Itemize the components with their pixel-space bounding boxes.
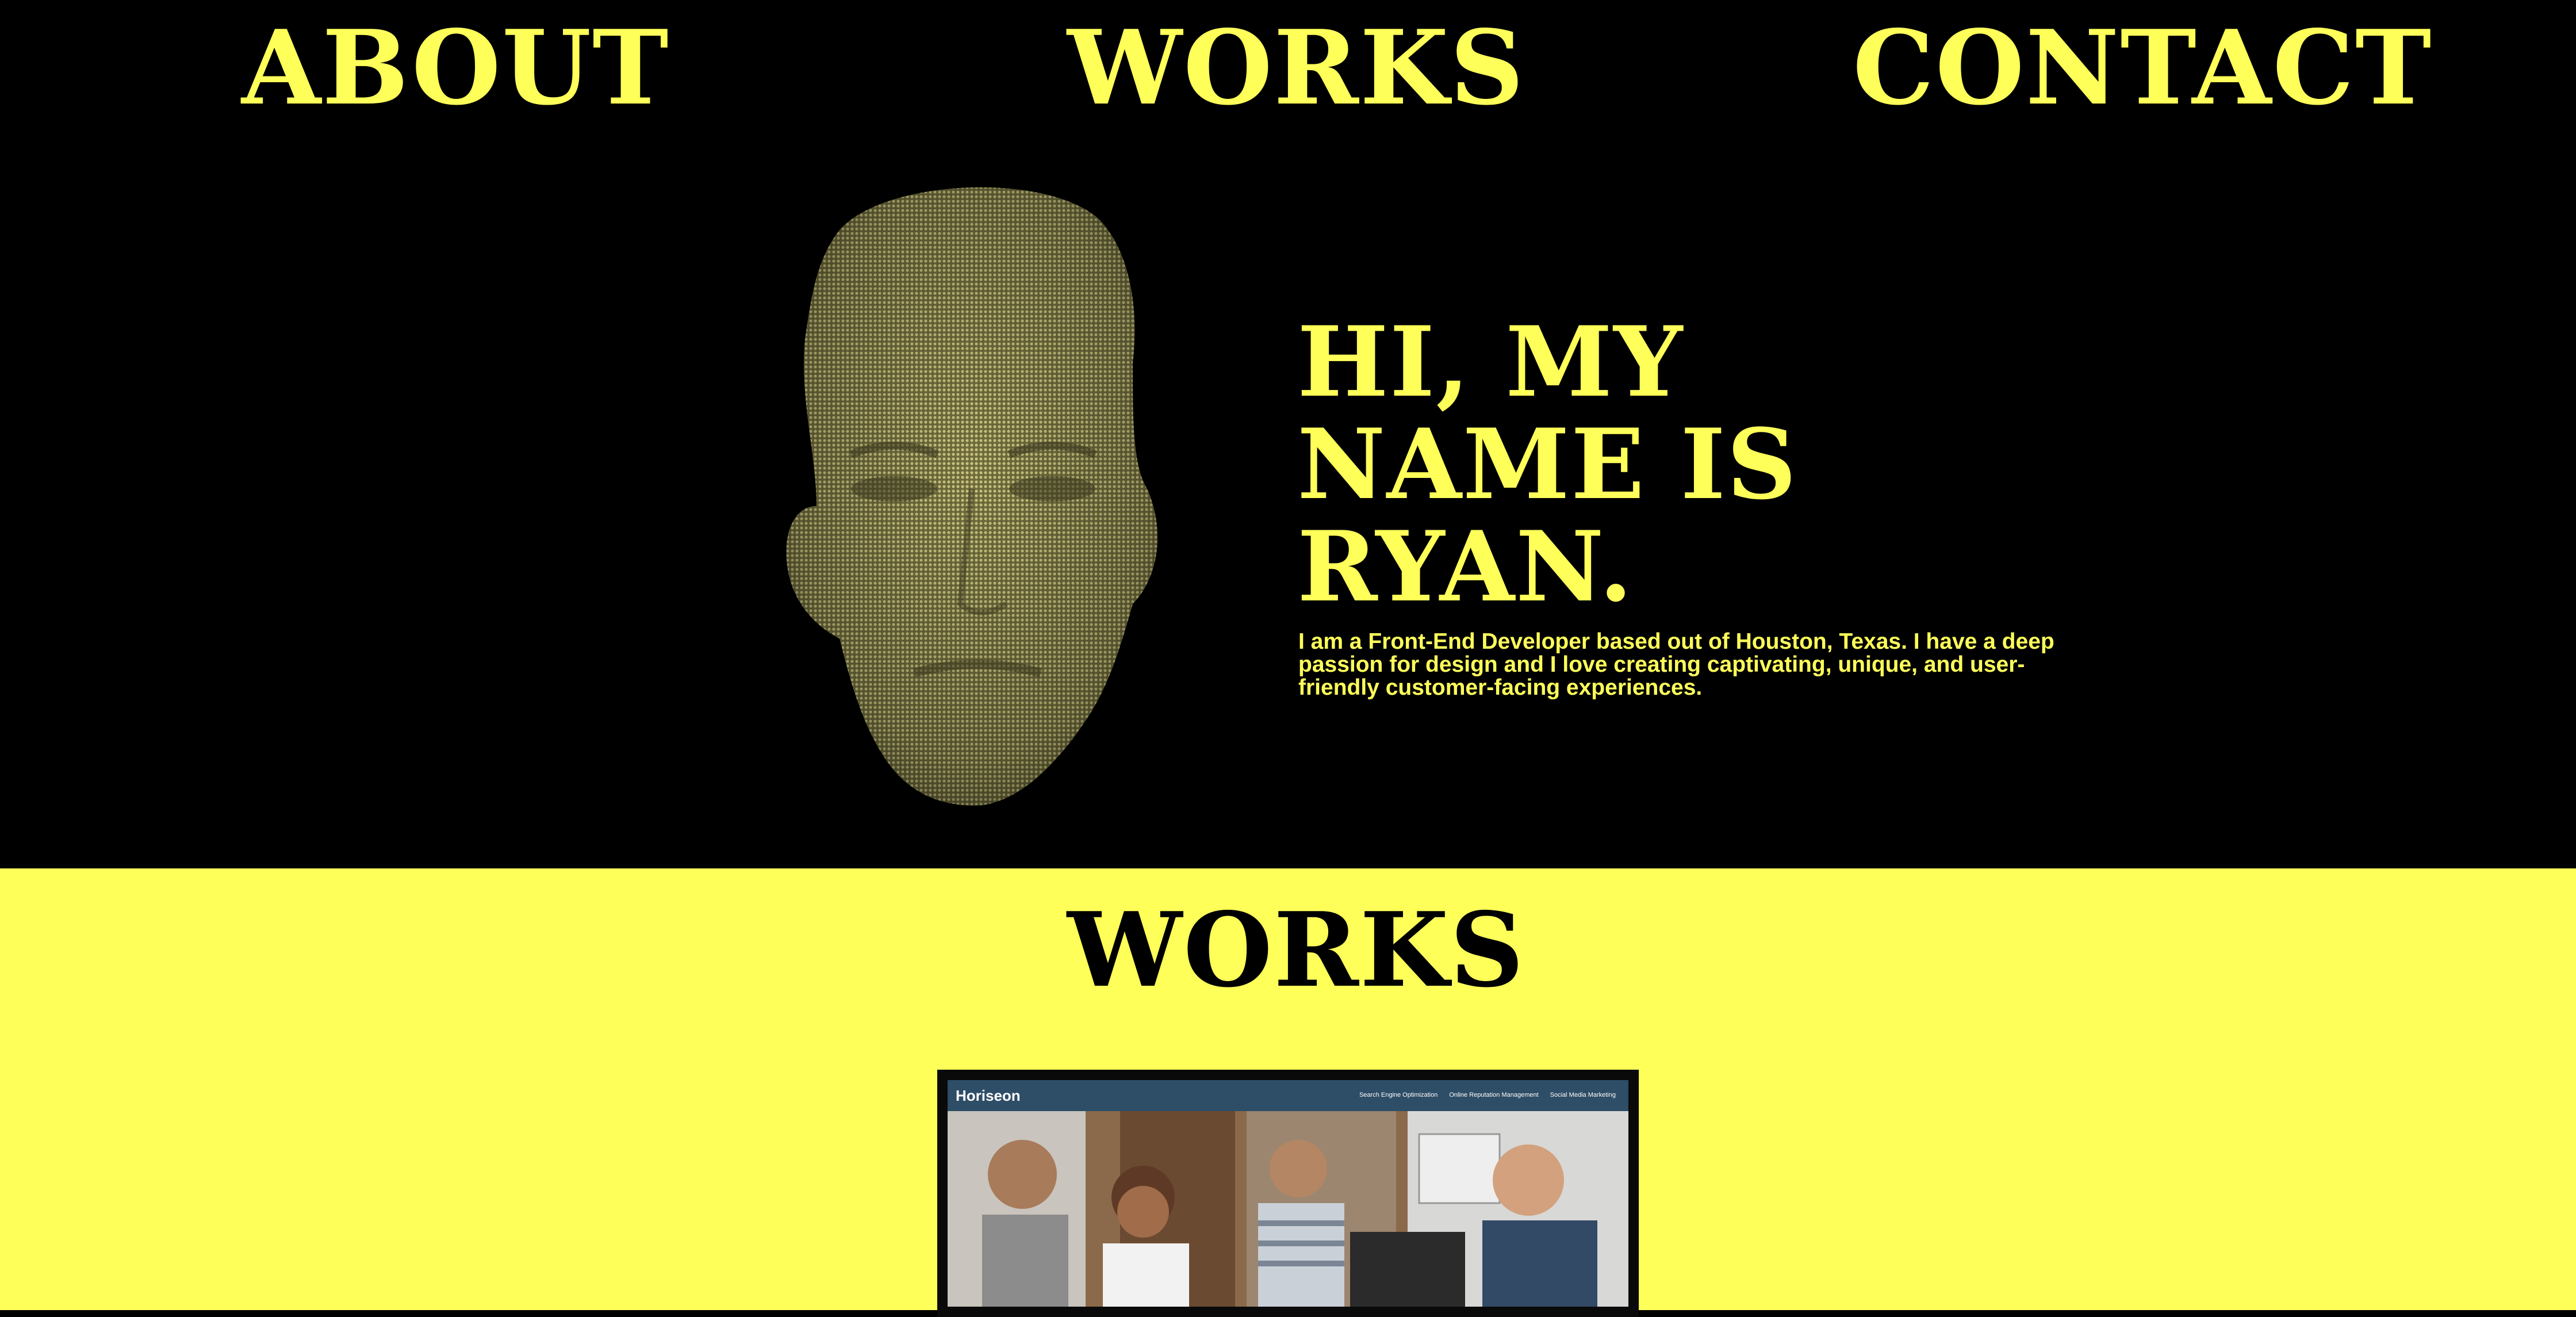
hero-intro-text: I am a Front-End Developer based out of …: [1298, 629, 2054, 700]
nav-about-link[interactable]: ABOUT: [241, 16, 669, 120]
project-card-horiseon[interactable]: Horiseon Search Engine Optimization Onli…: [937, 1070, 1639, 1317]
project-screenshot: Horiseon Search Engine Optimization Onli…: [948, 1080, 1628, 1307]
project-brand: Horiseon: [956, 1087, 1021, 1104]
hero-heading-line: RYAN.: [1297, 510, 1634, 623]
project-nav-item: Social Media Marketing: [1550, 1092, 1616, 1098]
project-navbar: Horiseon Search Engine Optimization Onli…: [948, 1080, 1628, 1111]
hero-heading-line: HI, MY: [1297, 305, 1684, 419]
works-section-title: WORKS: [1067, 890, 1525, 1010]
project-nav-items: Search Engine Optimization Online Reputa…: [1359, 1089, 1616, 1101]
hero-heading-line: NAME IS: [1297, 407, 1798, 521]
project-nav-item: Online Reputation Management: [1449, 1092, 1539, 1098]
nav-contact-link[interactable]: CONTACT: [1853, 16, 2431, 120]
works-section: WORKS Horiseon Search Engine Optimizatio…: [0, 868, 2576, 1317]
project-nav-item: Search Engine Optimization: [1359, 1092, 1438, 1098]
hero-section: ABOUT WORKS CONTACT HI, MY NAME IS RYAN.…: [0, 0, 2576, 868]
profile-portrait: [786, 187, 1158, 806]
hero-heading: HI, MY NAME IS RYAN.: [1297, 311, 1930, 618]
nav-works-link[interactable]: WORKS: [1067, 16, 1524, 120]
project-hero-photo: [948, 1111, 1628, 1307]
